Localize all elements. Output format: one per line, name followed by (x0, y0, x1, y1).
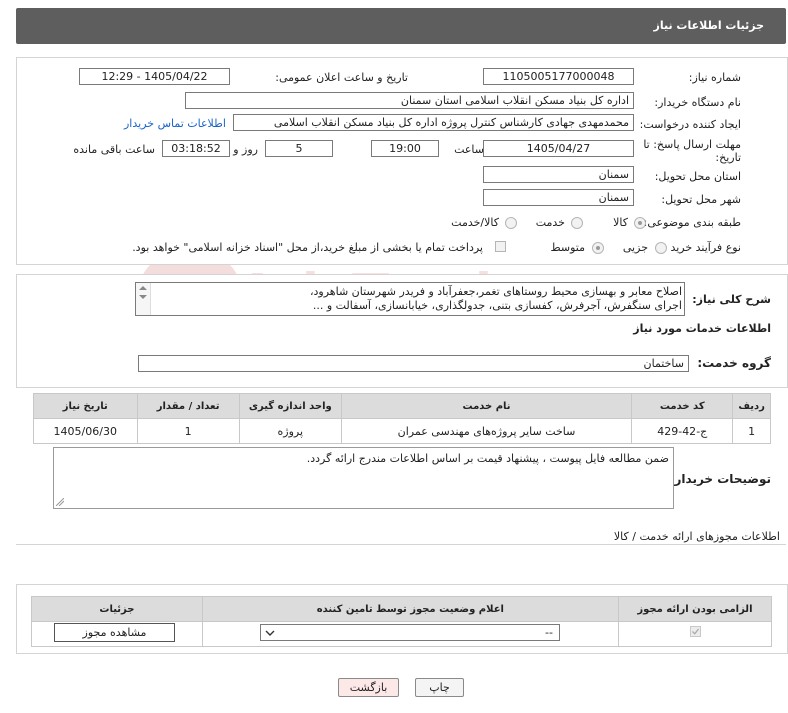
cell-row: 1 (732, 418, 771, 444)
category-service-label: خدمت (535, 216, 565, 229)
view-permit-button[interactable]: مشاهده مجوز (54, 623, 175, 642)
page-header: جزئیات اطلاعات نیاز (16, 8, 786, 44)
buyer-org-label: نام دستگاه خریدار: (654, 96, 741, 109)
col-row: ردیف (732, 393, 771, 419)
city-field: سمنان (483, 189, 634, 206)
col-qty: تعداد / مقدار (136, 393, 240, 419)
description-label: شرح کلی نیاز: (692, 293, 771, 306)
need-number-label: شماره نیاز: (688, 71, 741, 84)
need-number-field: 1105005177000048 (483, 68, 634, 85)
category-label: طبقه بندی موضوعی: (643, 216, 741, 229)
page-title: جزئیات اطلاعات نیاز (653, 19, 765, 32)
treasury-payment-note: پرداخت تمام یا بخشی از مبلغ خرید،از محل … (132, 241, 483, 254)
deadline-date-label: تاریخ: (715, 151, 741, 164)
col-code: کد خدمت (631, 393, 734, 419)
category-goods-service-radio[interactable] (505, 217, 517, 229)
permit-status-select[interactable]: -- (260, 624, 560, 641)
cell-unit: پروژه (238, 418, 342, 444)
contact-buyer-link[interactable]: اطلاعات تماس خریدار (124, 117, 226, 130)
permit-required-checkbox (690, 626, 701, 637)
deadline-time-label: ساعت (454, 143, 484, 156)
remaining-time-field: 03:18:52 (162, 140, 230, 157)
announce-label: تاریخ و ساعت اعلان عمومی: (275, 71, 408, 84)
creator-label: ایجاد کننده درخواست: (639, 118, 741, 131)
deadline-label: مهلت ارسال پاسخ: تا (643, 138, 741, 151)
description-line-2: اجرای سنگفرش، آجرفرش، کفسازی بتنی، جدولگ… (312, 299, 682, 312)
buyer-notes-text: ضمن مطالعه فایل پیوست ، پیشنهاد قیمت بر … (306, 452, 669, 465)
description-textarea[interactable]: اصلاح معابر و بهسازی محیط روستاهای تغمر،… (135, 282, 685, 316)
print-button[interactable]: چاپ (415, 678, 464, 697)
province-label: استان محل تحویل: (654, 170, 741, 183)
col-permit-required: الزامی بودن ارائه مجوز (617, 596, 773, 622)
service-group-label: گروه خدمت: (697, 356, 771, 370)
process-minor-label: جزیی (622, 241, 648, 254)
back-button[interactable]: بازگشت (338, 678, 399, 697)
announce-field: 1405/04/22 - 12:29 (79, 68, 230, 85)
services-section-title: اطلاعات خدمات مورد نیاز (633, 322, 771, 335)
process-medium-radio[interactable] (592, 242, 604, 254)
permits-section-title: اطلاعات مجوزهای ارائه خدمت / کالا (613, 530, 780, 543)
process-minor-radio[interactable] (655, 242, 667, 254)
scroll-arrows-icon (139, 286, 147, 299)
remaining-label: ساعت باقی مانده (73, 143, 155, 156)
cell-code: ج-42-429 (631, 418, 734, 444)
col-details: جزئیات (31, 596, 203, 622)
days-field: 5 (265, 140, 333, 157)
category-goods-radio[interactable] (634, 217, 646, 229)
buyer-notes-label: توضیحات خریدار: (669, 472, 771, 486)
col-unit: واحد اندازه گیری (238, 393, 342, 419)
col-date: تاریخ نیاز (33, 393, 138, 419)
city-label: شهر محل تحویل: (661, 193, 741, 206)
days-label: روز و (233, 143, 258, 156)
check-icon (692, 628, 700, 635)
permit-status-select-value: -- (545, 626, 553, 639)
info-panel (16, 57, 788, 265)
service-group-field: ساختمان (138, 355, 689, 372)
col-permit-status: اعلام وضعیت مجوز توسط تامین کننده (201, 596, 619, 622)
category-service-radio[interactable] (571, 217, 583, 229)
province-field: سمنان (483, 166, 634, 183)
category-goods-service-label: کالا/خدمت (451, 216, 499, 229)
services-table: تاریخ نیاز تعداد / مقدار واحد اندازه گیر… (33, 393, 771, 444)
resize-handle-icon[interactable] (56, 498, 64, 506)
table-row: 1405/06/30 1 پروژه ساخت سایر پروژه‌های م… (33, 418, 771, 444)
cell-name: ساخت سایر پروژه‌های مهندسی عمران (340, 418, 633, 444)
permits-divider (16, 544, 786, 545)
process-label: نوع فرآیند خرید : (663, 241, 741, 254)
cell-date: 1405/06/30 (33, 418, 138, 444)
col-name: نام خدمت (340, 393, 633, 419)
treasury-payment-checkbox[interactable] (495, 241, 506, 252)
cell-qty: 1 (136, 418, 240, 444)
description-scroll-arrows[interactable] (136, 283, 151, 315)
process-medium-label: متوسط (550, 241, 585, 254)
category-goods-label: کالا (613, 216, 628, 229)
description-line-1: اصلاح معابر و بهسازی محیط روستاهای تغمر،… (309, 285, 682, 298)
deadline-date-field: 1405/04/27 (483, 140, 634, 157)
buyer-notes-textarea[interactable]: ضمن مطالعه فایل پیوست ، پیشنهاد قیمت بر … (53, 447, 674, 509)
buyer-org-field: اداره کل بنیاد مسکن انقلاب اسلامی استان … (185, 92, 634, 109)
creator-field: محمدمهدی جهادی کارشناس کنترل پروژه اداره… (233, 114, 634, 131)
deadline-time-field: 19:00 (371, 140, 439, 157)
chevron-down-icon (265, 630, 275, 636)
